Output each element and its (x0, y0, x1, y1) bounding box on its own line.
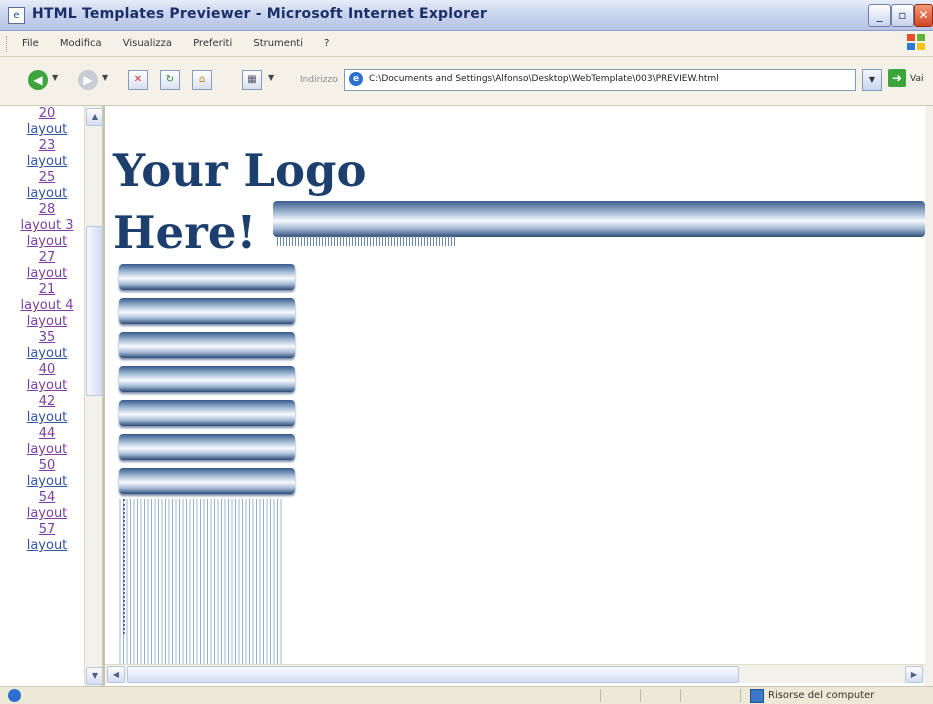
logo-line-1: Your Logo (113, 144, 367, 197)
template-link[interactable]: 20 (10, 106, 84, 122)
template-link[interactable]: layout (10, 234, 84, 250)
horizontal-scrollbar[interactable]: ◀ ▶ (105, 664, 925, 683)
status-separator (640, 689, 641, 702)
menu-visualizza[interactable]: Visualizza (115, 31, 180, 49)
nav-button[interactable] (119, 468, 295, 494)
template-link[interactable]: layout (10, 410, 84, 426)
security-zone-label: Risorse del computer (768, 690, 875, 701)
back-icon[interactable]: ◀ (28, 70, 48, 90)
menu-strumenti[interactable]: Strumenti (245, 31, 311, 49)
template-link[interactable]: layout (10, 538, 84, 554)
template-link[interactable]: 40 (10, 362, 84, 378)
header-bar (273, 201, 925, 237)
template-link[interactable]: layout (10, 186, 84, 202)
template-link[interactable]: layout (10, 442, 84, 458)
computer-zone-icon (750, 689, 764, 703)
header-bar-fringe (277, 236, 457, 246)
refresh-icon[interactable]: ↻ (160, 70, 180, 90)
ie-window-icon[interactable]: e (8, 7, 25, 24)
template-link[interactable]: layout 3 (10, 218, 84, 234)
template-link[interactable]: layout (10, 154, 84, 170)
close-button[interactable]: ✕ (914, 4, 933, 27)
go-button[interactable]: Vai (910, 74, 923, 84)
template-link[interactable]: layout (10, 378, 84, 394)
template-link[interactable]: layout (10, 474, 84, 490)
minimize-button[interactable]: _ (868, 4, 891, 27)
toolbar: ◀ ▼ ▶ ▼ ✕ ↻ ⌂ ▦ ▼ Indirizzo e C:\Documen… (0, 57, 933, 106)
template-preview-frame: Your Logo Here! (105, 106, 925, 664)
forward-icon[interactable]: ▶ (78, 70, 98, 90)
address-dropdown-icon[interactable]: ▼ (862, 69, 882, 91)
sidebar-stripes-decoration (119, 499, 284, 664)
template-link[interactable]: 42 (10, 394, 84, 410)
template-list-frame: 20 layout 23 layout 25 layout 28 layout … (10, 106, 84, 686)
page-icon: e (349, 72, 363, 86)
horizontal-scroll-thumb[interactable] (127, 666, 739, 683)
menu-grip[interactable] (6, 36, 10, 52)
menu-file[interactable]: File (14, 31, 47, 49)
template-link[interactable]: layout (10, 314, 84, 330)
template-link[interactable]: 27 (10, 250, 84, 266)
stop-icon[interactable]: ✕ (128, 70, 148, 90)
template-link[interactable]: 54 (10, 490, 84, 506)
scroll-left-icon[interactable]: ◀ (107, 666, 125, 683)
status-separator (680, 689, 681, 702)
menu-modifica[interactable]: Modifica (52, 31, 110, 49)
nav-button[interactable] (119, 400, 295, 426)
menu-bar: File Modifica Visualizza Preferiti Strum… (0, 31, 933, 57)
template-link[interactable]: 23 (10, 138, 84, 154)
nav-button[interactable] (119, 434, 295, 460)
menu-help[interactable]: ? (316, 31, 337, 49)
status-separator (740, 689, 741, 702)
template-link[interactable]: 28 (10, 202, 84, 218)
status-separator (600, 689, 601, 702)
go-arrow-icon[interactable]: ➜ (888, 69, 906, 87)
left-frame-scrollbar[interactable]: ▲ ▼ (84, 106, 104, 686)
view-icon[interactable]: ▦ (242, 70, 262, 90)
browser-content: 20 layout 23 layout 25 layout 28 layout … (0, 106, 933, 686)
address-input[interactable]: e C:\Documents and Settings\Alfonso\Desk… (344, 69, 856, 91)
menu-preferiti[interactable]: Preferiti (185, 31, 240, 49)
template-link[interactable]: layout 4 (10, 298, 84, 314)
back-dropdown-icon[interactable]: ▼ (52, 73, 58, 82)
template-link[interactable]: 57 (10, 522, 84, 538)
template-link[interactable]: layout (10, 122, 84, 138)
template-link[interactable]: 35 (10, 330, 84, 346)
window-title: HTML Templates Previewer - Microsoft Int… (32, 6, 487, 22)
template-link[interactable]: 44 (10, 426, 84, 442)
main-frame-scrollbar[interactable] (925, 106, 933, 686)
template-link[interactable]: 50 (10, 458, 84, 474)
windows-logo-icon (907, 34, 927, 52)
template-link[interactable]: layout (10, 346, 84, 362)
dotted-line-decoration (123, 499, 127, 634)
title-bar: e HTML Templates Previewer - Microsoft I… (0, 0, 933, 31)
home-icon[interactable]: ⌂ (192, 70, 212, 90)
template-link[interactable]: layout (10, 506, 84, 522)
nav-button[interactable] (119, 366, 295, 392)
address-label: Indirizzo (300, 75, 338, 85)
template-link[interactable]: 21 (10, 282, 84, 298)
nav-button[interactable] (119, 264, 295, 290)
template-link[interactable]: layout (10, 266, 84, 282)
view-dropdown-icon[interactable]: ▼ (268, 73, 274, 82)
maximize-button[interactable]: ▫ (891, 4, 914, 27)
address-value[interactable]: C:\Documents and Settings\Alfonso\Deskto… (369, 74, 719, 84)
scroll-right-icon[interactable]: ▶ (905, 666, 923, 683)
page-status-icon (8, 689, 21, 702)
forward-dropdown-icon[interactable]: ▼ (102, 73, 108, 82)
nav-button[interactable] (119, 298, 295, 324)
status-bar: Risorse del computer (0, 686, 933, 704)
template-link[interactable]: 25 (10, 170, 84, 186)
nav-button[interactable] (119, 332, 295, 358)
